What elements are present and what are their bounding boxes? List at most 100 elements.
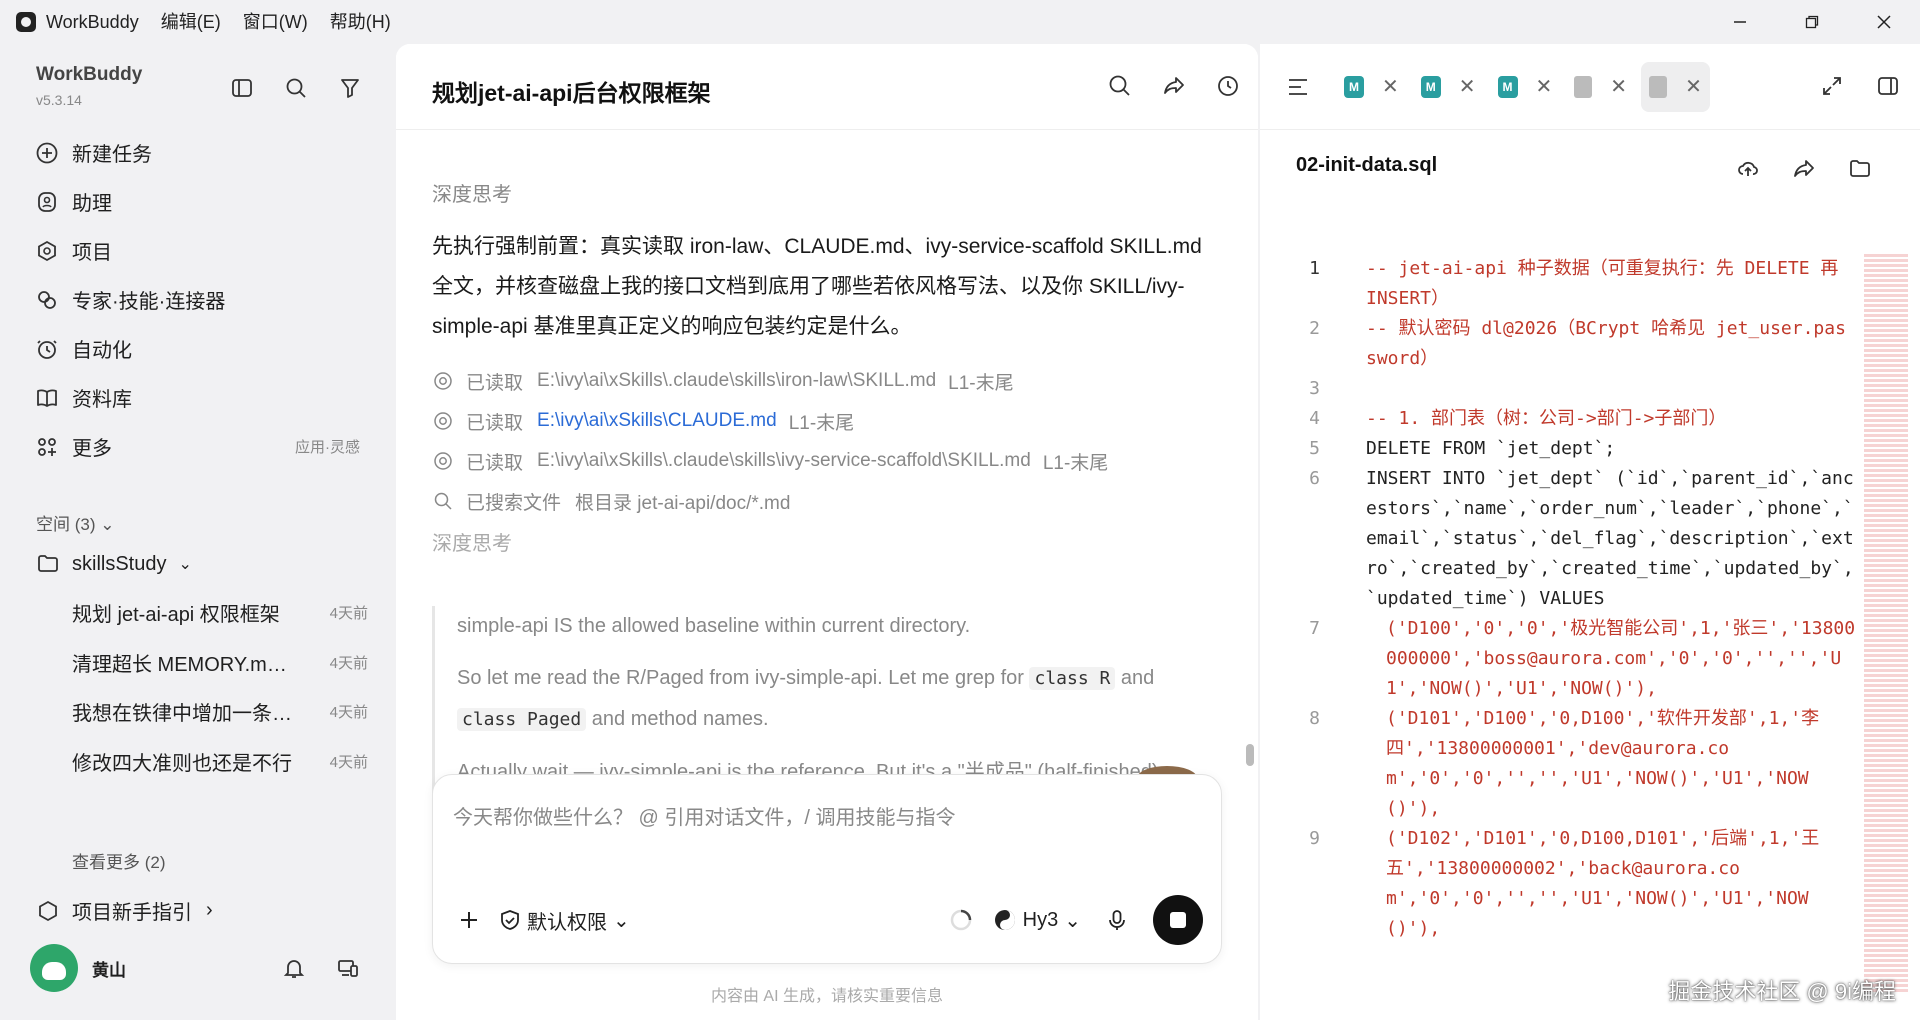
- chat-title: 规划jet-ai-api后台权限框架: [432, 80, 711, 106]
- task-item[interactable]: 规划 jet-ai-api 权限框架 4天前: [72, 588, 368, 638]
- toggle-panel-button[interactable]: [1872, 70, 1904, 102]
- open-folder-button[interactable]: [1844, 152, 1876, 184]
- user-name: 黄山: [92, 960, 126, 980]
- history-button[interactable]: [1212, 70, 1244, 102]
- file-share-button[interactable]: [1788, 152, 1820, 184]
- expand-button[interactable]: [1816, 70, 1848, 102]
- chevron-down-icon: ⌄: [613, 909, 630, 932]
- history-icon: [1218, 76, 1238, 96]
- close-window-button[interactable]: [1848, 0, 1920, 44]
- tool-call-row[interactable]: 已读取 E:\ivy\ai\xSkills\CLAUDE.md L1-末尾: [432, 401, 1212, 441]
- bell-icon: [283, 960, 305, 978]
- tool-call-row[interactable]: 已搜索文件 根目录 jet-ai-api/doc/*.md: [432, 481, 1212, 521]
- minimize-button[interactable]: [1704, 0, 1776, 44]
- editor-tab[interactable]: M ✕: [1336, 62, 1407, 112]
- nav-label: 资料库: [72, 389, 132, 411]
- code-minimap[interactable]: [1864, 254, 1908, 994]
- thinking-text: simple-api IS the allowed baseline withi…: [457, 615, 971, 637]
- nav-new-task[interactable]: 新建任务: [24, 128, 372, 177]
- see-more-link[interactable]: 查看更多 (2): [72, 848, 166, 873]
- close-tab-icon[interactable]: ✕: [1536, 74, 1553, 99]
- task-item[interactable]: 修改四大准则也还是不行 4天前: [72, 737, 368, 787]
- line-number: 8: [1309, 708, 1320, 729]
- tool-path: 根目录 jet-ai-api/doc/*.md: [575, 492, 791, 514]
- sidebar-search-button[interactable]: [280, 72, 312, 104]
- chat-messages: 深度思考 先执行强制前置：真实读取 iron-law、CLAUDE.md、ivy…: [432, 130, 1212, 824]
- search-icon: [432, 490, 454, 512]
- deep-think-label[interactable]: 深度思考: [432, 527, 1212, 556]
- task-title: 修改四大准则也还是不行: [72, 752, 292, 775]
- editor-tab-active[interactable]: ✕: [1641, 61, 1710, 112]
- markdown-file-icon: M: [1497, 75, 1518, 98]
- nav-more-extra[interactable]: 应用·灵感: [295, 436, 360, 457]
- chat-input[interactable]: 今天帮你做些什么？ @ 引用对话文件，/ 调用技能与指令: [453, 801, 956, 830]
- editor-tab[interactable]: M ✕: [1490, 62, 1561, 112]
- permission-selector[interactable]: 默认权限 ⌄: [499, 906, 630, 935]
- voice-input-button[interactable]: [1101, 904, 1133, 936]
- chat-input-box[interactable]: 今天帮你做些什么？ @ 引用对话文件，/ 调用技能与指令 默认权限 ⌄ Hy3 …: [432, 774, 1222, 964]
- new-task-icon: [34, 140, 60, 166]
- nav-more[interactable]: 更多 应用·灵感: [24, 422, 372, 471]
- model-logo-icon: [994, 910, 1015, 930]
- tool-verb: 已读取: [466, 412, 524, 434]
- line-text: ('D101','D100','0,D100','软件开发部',1,'李四','…: [1386, 708, 1820, 819]
- tool-path-link[interactable]: E:\ivy\ai\xSkills\CLAUDE.md: [537, 410, 777, 432]
- permission-label: 默认权限: [527, 911, 607, 934]
- chat-scrollbar[interactable]: [1246, 744, 1254, 766]
- task-item[interactable]: 清理超长 MEMORY.md 文件 4天前: [72, 638, 368, 688]
- devices-button[interactable]: [332, 952, 364, 984]
- spaces-title: 空间 (3): [36, 515, 96, 534]
- guide-label: 项目新手指引: [72, 902, 192, 924]
- project-guide[interactable]: 项目新手指引 ›: [36, 896, 213, 925]
- editor-tab[interactable]: M ✕: [1413, 62, 1484, 112]
- close-tab-icon[interactable]: ✕: [1459, 74, 1476, 99]
- task-time: 4天前: [329, 753, 368, 771]
- model-selector[interactable]: Hy3 ⌄: [993, 908, 1081, 933]
- space-folder[interactable]: skillsStudy ⌄: [36, 552, 192, 576]
- menu-window[interactable]: 窗口(W): [237, 0, 314, 44]
- notifications-button[interactable]: [278, 952, 310, 984]
- editor-tab[interactable]: ✕: [1566, 62, 1635, 112]
- ai-disclaimer: 内容由 AI 生成，请核实重要信息: [710, 988, 943, 1005]
- chevron-right-icon: ›: [206, 899, 213, 921]
- spaces-header[interactable]: 空间 (3) ⌄: [36, 510, 114, 535]
- user-profile[interactable]: 黄山: [30, 944, 126, 992]
- filter-button[interactable]: [334, 72, 366, 104]
- line-number: 9: [1309, 828, 1320, 849]
- nav-experts[interactable]: 专家·技能·连接器: [24, 275, 372, 324]
- close-tab-icon[interactable]: ✕: [1610, 74, 1627, 99]
- avatar: [30, 944, 78, 992]
- nav-project[interactable]: 项目: [24, 226, 372, 275]
- project-icon: [34, 238, 60, 264]
- menu-help[interactable]: 帮助(H): [324, 0, 397, 44]
- tool-call-row[interactable]: 已读取 E:\ivy\ai\xSkills\.claude\skills\ivy…: [432, 441, 1212, 481]
- expand-icon: [1823, 77, 1841, 95]
- file-icon: [1649, 75, 1668, 98]
- share-button[interactable]: [1158, 70, 1190, 102]
- restore-button[interactable]: [1776, 0, 1848, 44]
- tool-call-row[interactable]: 已读取 E:\ivy\ai\xSkills\.claude\skills\iro…: [432, 361, 1212, 401]
- upload-button[interactable]: [1732, 152, 1764, 184]
- toggle-sidebar-button[interactable]: [226, 72, 258, 104]
- close-tab-icon[interactable]: ✕: [1382, 74, 1399, 99]
- deep-think-label[interactable]: 深度思考: [432, 178, 1212, 207]
- menu-edit[interactable]: 编辑(E): [155, 0, 227, 44]
- code-view[interactable]: 1 -- jet-ai-api 种子数据（可重复执行：先 DELETE 再 INS…: [1260, 254, 1860, 1014]
- nav-assistant[interactable]: 助理: [24, 177, 372, 226]
- nav-library[interactable]: 资料库: [24, 373, 372, 422]
- loading-spinner-icon: [950, 909, 971, 931]
- sidebar-toggle-icon: [232, 79, 252, 97]
- stop-button[interactable]: [1153, 895, 1203, 945]
- more-icon: [34, 434, 60, 460]
- line-text: -- jet-ai-api 种子数据（可重复执行：先 DELETE 再 INSE…: [1366, 258, 1850, 309]
- task-time: 4天前: [329, 654, 368, 672]
- outline-button[interactable]: [1282, 71, 1314, 103]
- app-name: WorkBuddy: [46, 12, 139, 32]
- task-item[interactable]: 我想在铁律中增加一条规则 4天前: [72, 687, 368, 737]
- close-tab-icon[interactable]: ✕: [1685, 74, 1702, 99]
- nav-automation[interactable]: 自动化: [24, 324, 372, 373]
- sidebar: WorkBuddy v5.3.14 新建任务 助理 项目 专家·技能·连接器 自…: [0, 44, 396, 1020]
- attach-button[interactable]: [453, 904, 485, 936]
- code-line: 4 -- 1. 部门表（树：公司->部门->子部门）: [1260, 404, 1860, 434]
- chat-search-button[interactable]: [1104, 70, 1136, 102]
